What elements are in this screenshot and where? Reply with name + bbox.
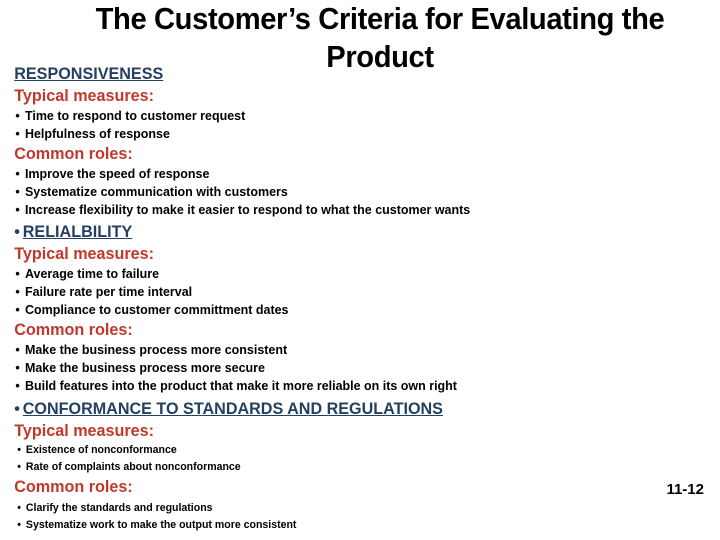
section-responsiveness: RESPONSIVENESS Typical measures: Time to… — [0, 63, 720, 219]
section-heading-text: RELIALBILITY — [22, 222, 133, 241]
section-conformance: • CONFORMANCE TO STANDARDS AND REGULATION… — [0, 398, 720, 534]
typical-measures-list-2: Average time to failure Failure rate per… — [0, 265, 720, 319]
section-reliability: •RELIALBILITY Typical measures: Average … — [0, 221, 720, 395]
list-item: Clarify the standards and regulations — [0, 500, 691, 517]
bullet-icon: • — [14, 399, 20, 418]
list-item: Helpfulness of response — [0, 125, 691, 143]
section-heading-text: CONFORMANCE TO STANDARDS AND REGULATIONS — [22, 399, 443, 418]
list-item: Systematize work to make the output more… — [0, 517, 691, 534]
list-item: Rate of complaints about nonconformance — [0, 459, 691, 476]
list-item: Increase flexibility to make it easier t… — [0, 201, 691, 219]
typical-measures-label-1: Typical measures: — [14, 86, 154, 105]
common-roles-list-3: Clarify the standards and regulations Sy… — [0, 500, 720, 534]
typical-measures-list-1: Time to respond to customer request Help… — [0, 107, 720, 143]
section-heading-reliability: • RELIALBILITY — [0, 221, 684, 243]
list-item: Make the business process more consisten… — [0, 341, 691, 359]
common-roles-list-2: Make the business process more consisten… — [0, 341, 720, 395]
common-roles-label-2: Common roles: — [14, 320, 133, 339]
typical-measures-label-3: Typical measures: — [14, 421, 154, 440]
bullet-icon: • — [14, 222, 20, 241]
list-item: Improve the speed of response — [0, 165, 691, 183]
typical-measures-list-3: Existence of nonconformance Rate of comp… — [0, 442, 720, 476]
list-item: Failure rate per time interval — [0, 283, 691, 301]
section-heading-text: RESPONSIVENESS — [14, 64, 164, 83]
common-roles-label-3: Common roles: — [14, 477, 133, 496]
list-item: Make the business process more secure — [0, 359, 691, 377]
list-item: Compliance to customer committment dates — [0, 301, 691, 319]
page-number: 11-12 — [666, 481, 704, 498]
section-heading-conformance: • CONFORMANCE TO STANDARDS AND REGULATION… — [0, 398, 684, 420]
list-item: Existence of nonconformance — [0, 442, 691, 459]
list-item: Time to respond to customer request — [0, 107, 691, 125]
common-roles-list-1: Improve the speed of response Systematiz… — [0, 165, 720, 219]
section-heading-responsiveness: RESPONSIVENESS — [0, 63, 684, 85]
list-item: Systematize communication with customers — [0, 183, 691, 201]
typical-measures-label-2: Typical measures: — [14, 244, 154, 263]
slide-canvas: The Customer’s Criteria for Evaluating t… — [0, 0, 720, 540]
common-roles-label-1: Common roles: — [14, 144, 133, 163]
list-item: Build features into the product that mak… — [0, 377, 691, 395]
list-item: Average time to failure — [0, 265, 691, 283]
slide-body: RESPONSIVENESS Typical measures: Time to… — [0, 63, 720, 534]
